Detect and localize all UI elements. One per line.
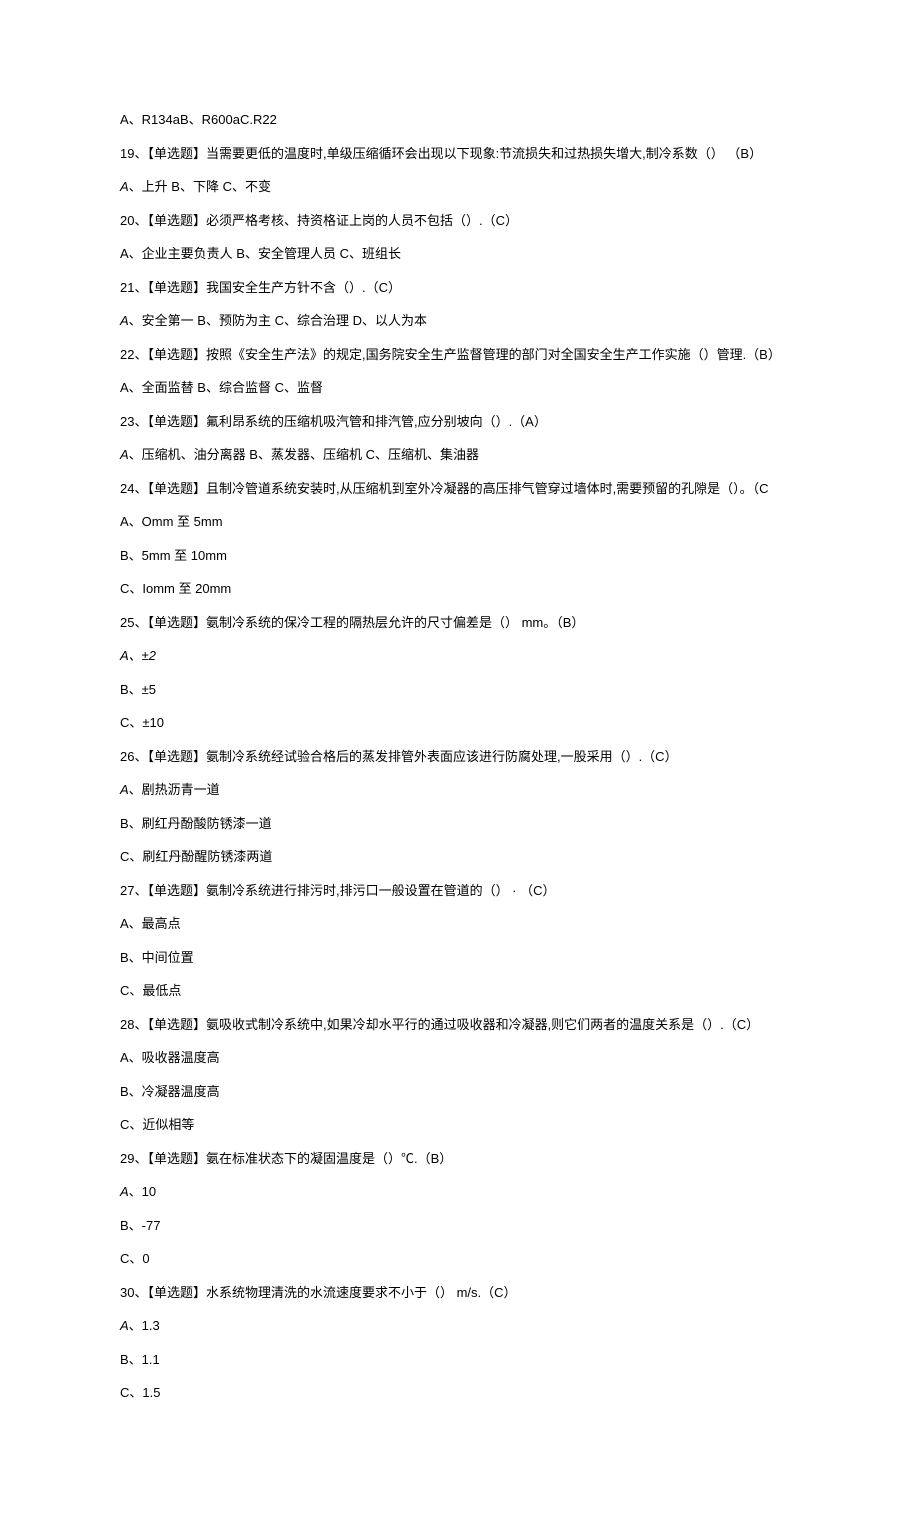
- text-line: 25、【单选题】氨制冷系统的保冷工程的隔热层允许的尺寸偏差是（） mm。（B）: [120, 613, 800, 633]
- text-line: 20、【单选题】必须严格考核、持资格证上岗的人员不包括（）.（C）: [120, 211, 800, 231]
- italic-prefix: A: [120, 447, 129, 462]
- text-line: 21、【单选题】我国安全生产方针不含（）.（C）: [120, 278, 800, 298]
- text-line: 19、【单选题】当需要更低的温度时,单级压缩循环会出现以下现象:节流损失和过热损…: [120, 144, 800, 164]
- text-line: 22、【单选题】按照《安全生产法》的规定,国务院安全生产监督管理的部门对全国安全…: [120, 345, 800, 365]
- text-line: 30、【单选题】水系统物理清洗的水流速度要求不小于（） m/s.（C）: [120, 1283, 800, 1303]
- text-line: A、剧热沥青一道: [120, 780, 800, 800]
- text-rest: 、安全第一 B、预防为主 C、综合治理 D、以人为本: [129, 313, 427, 328]
- text-line: A、1.3: [120, 1316, 800, 1336]
- text-line: B、冷凝器温度高: [120, 1082, 800, 1102]
- text-line: 29、【单选题】氨在标准状态下的凝固温度是（）℃.（B）: [120, 1149, 800, 1169]
- italic-prefix: A: [120, 1318, 129, 1333]
- text-line: A、上升 B、下降 C、不变: [120, 177, 800, 197]
- text-line: 27、【单选题】氨制冷系统进行排污时,排污口一般设置在管道的（） · （C）: [120, 881, 800, 901]
- text-line: B、中间位置: [120, 948, 800, 968]
- text-line: 23、【单选题】氟利昂系统的压缩机吸汽管和排汽管,应分别坡向（）.（A）: [120, 412, 800, 432]
- text-line: C、刷红丹酚醒防锈漆两道: [120, 847, 800, 867]
- text-line: A、10: [120, 1182, 800, 1202]
- document-content: A、R134aB、R600aC.R22 19、【单选题】当需要更低的温度时,单级压…: [120, 110, 800, 1403]
- text-line: A、Omm 至 5mm: [120, 512, 800, 532]
- text-line: C、1.5: [120, 1383, 800, 1403]
- text-rest: 、剧热沥青一道: [129, 782, 220, 797]
- text-line: 26、【单选题】氨制冷系统经试验合格后的蒸发排管外表面应该进行防腐处理,一股采用…: [120, 747, 800, 767]
- text-line: B、1.1: [120, 1350, 800, 1370]
- text-rest: 、10: [129, 1184, 156, 1199]
- text-line: A、企业主要负责人 B、安全管理人员 C、班组长: [120, 244, 800, 264]
- text-line: A、R134aB、R600aC.R22: [120, 110, 800, 130]
- text-line: A、压缩机、油分离器 B、蒸发器、压缩机 C、压缩机、集油器: [120, 445, 800, 465]
- document-page: A、R134aB、R600aC.R22 19、【单选题】当需要更低的温度时,单级压…: [0, 0, 920, 1517]
- text-line: B、刷红丹酚酸防锈漆一道: [120, 814, 800, 834]
- text-line: A、安全第一 B、预防为主 C、综合治理 D、以人为本: [120, 311, 800, 331]
- text-line: B、-77: [120, 1216, 800, 1236]
- text-line: C、0: [120, 1249, 800, 1269]
- text-line: C、Iomm 至 20mm: [120, 579, 800, 599]
- text-line: A、±2: [120, 646, 800, 666]
- text-line: 24、【单选题】且制冷管道系统安装时,从压缩机到室外冷凝器的高压排气管穿过墙体时…: [120, 479, 800, 499]
- italic-prefix: A: [120, 313, 129, 328]
- text-rest: 、压缩机、油分离器 B、蒸发器、压缩机 C、压缩机、集油器: [129, 447, 479, 462]
- text-line: B、5mm 至 10mm: [120, 546, 800, 566]
- text-line: C、±10: [120, 713, 800, 733]
- text-rest: 、上升 B、下降 C、不变: [129, 179, 271, 194]
- text-line: C、近似相等: [120, 1115, 800, 1135]
- text-line: 28、【单选题】氨吸收式制冷系统中,如果冷却水平行的通过吸收器和冷凝器,则它们两…: [120, 1015, 800, 1035]
- text-line: C、最低点: [120, 981, 800, 1001]
- text-line: A、全面监替 B、综合监督 C、监督: [120, 378, 800, 398]
- italic-prefix: A、±2: [120, 648, 156, 663]
- text-line: A、吸收器温度高: [120, 1048, 800, 1068]
- italic-prefix: A: [120, 179, 129, 194]
- text-line: A、最高点: [120, 914, 800, 934]
- text-line: B、±5: [120, 680, 800, 700]
- italic-prefix: A: [120, 782, 129, 797]
- text-rest: 、1.3: [129, 1318, 160, 1333]
- italic-prefix: A: [120, 1184, 129, 1199]
